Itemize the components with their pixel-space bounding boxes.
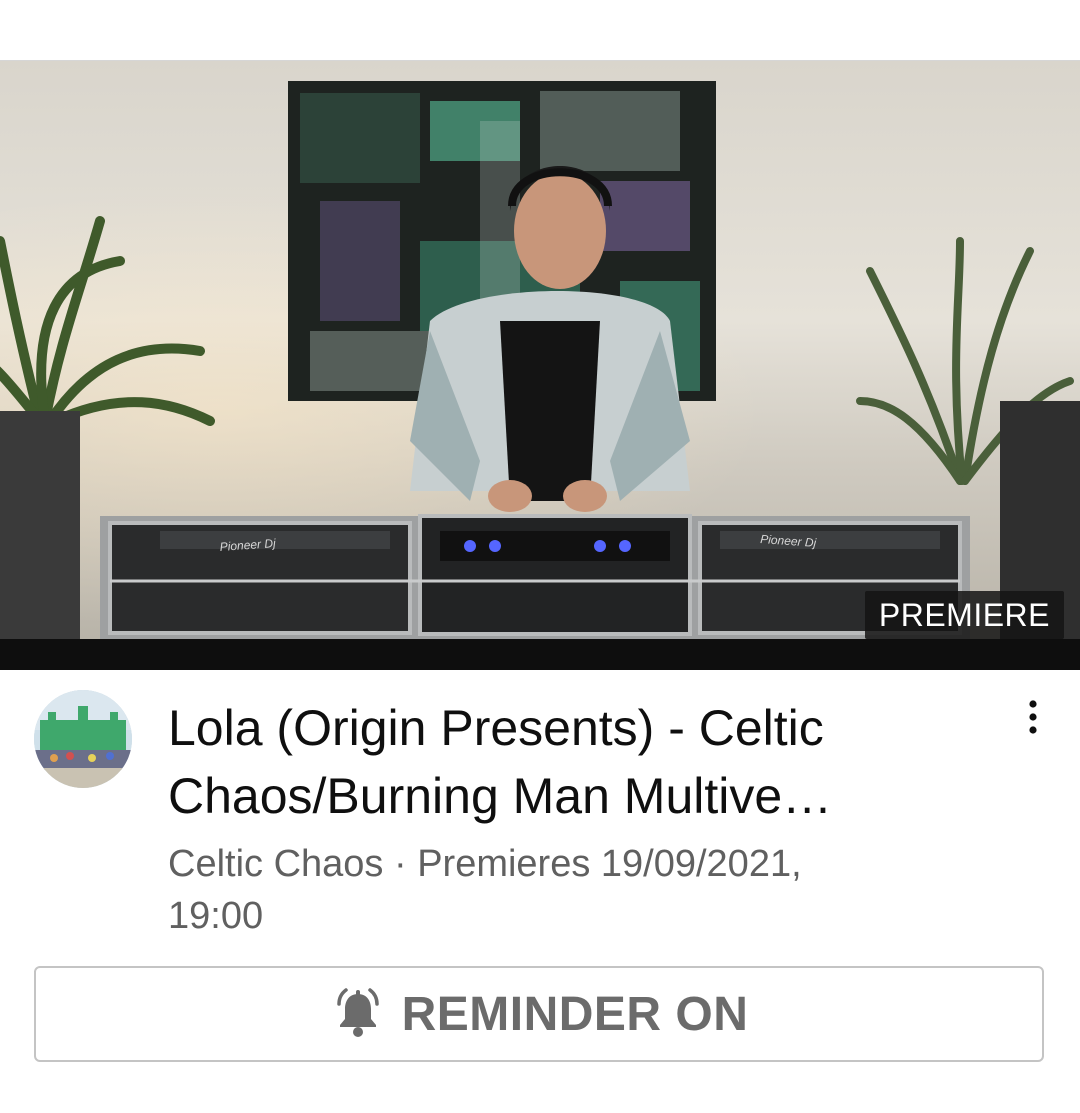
bell-ringing-icon [336, 988, 379, 1037]
metadata-line-1: Celtic Chaos · Premieres 19/09/2021, [168, 843, 802, 885]
avatar-image [34, 690, 132, 788]
video-bottom-bar [0, 639, 1080, 670]
left-plant [0, 216, 215, 426]
dj-equipment: Pioneer Dj Pioneer Dj [100, 514, 970, 639]
video-title[interactable]: Lola (Origin Presents) - Celtic Chaos/Bu… [168, 694, 988, 830]
reminder-label: REMINDER ON [401, 987, 749, 1041]
more-vertical-icon [1029, 700, 1037, 734]
reminder-on-button[interactable]: REMINDER ON [34, 966, 1044, 1062]
video-metadata: Celtic Chaos · Premieres 19/09/2021, 19:… [168, 838, 1028, 942]
left-plant-pot [0, 411, 80, 639]
video-scene: Pioneer Dj Pioneer Dj [0, 81, 1080, 639]
video-thumbnail[interactable]: Pioneer Dj Pioneer Dj [0, 61, 1080, 639]
video-title-line-2: Chaos/Burning Man Multive… [168, 768, 833, 824]
more-options-button[interactable] [1010, 694, 1056, 740]
channel-avatar[interactable] [34, 690, 132, 788]
video-title-line-1: Lola (Origin Presents) - Celtic [168, 700, 824, 756]
metadata-line-2: 19:00 [168, 895, 264, 937]
premiere-badge: PREMIERE [864, 591, 1064, 639]
